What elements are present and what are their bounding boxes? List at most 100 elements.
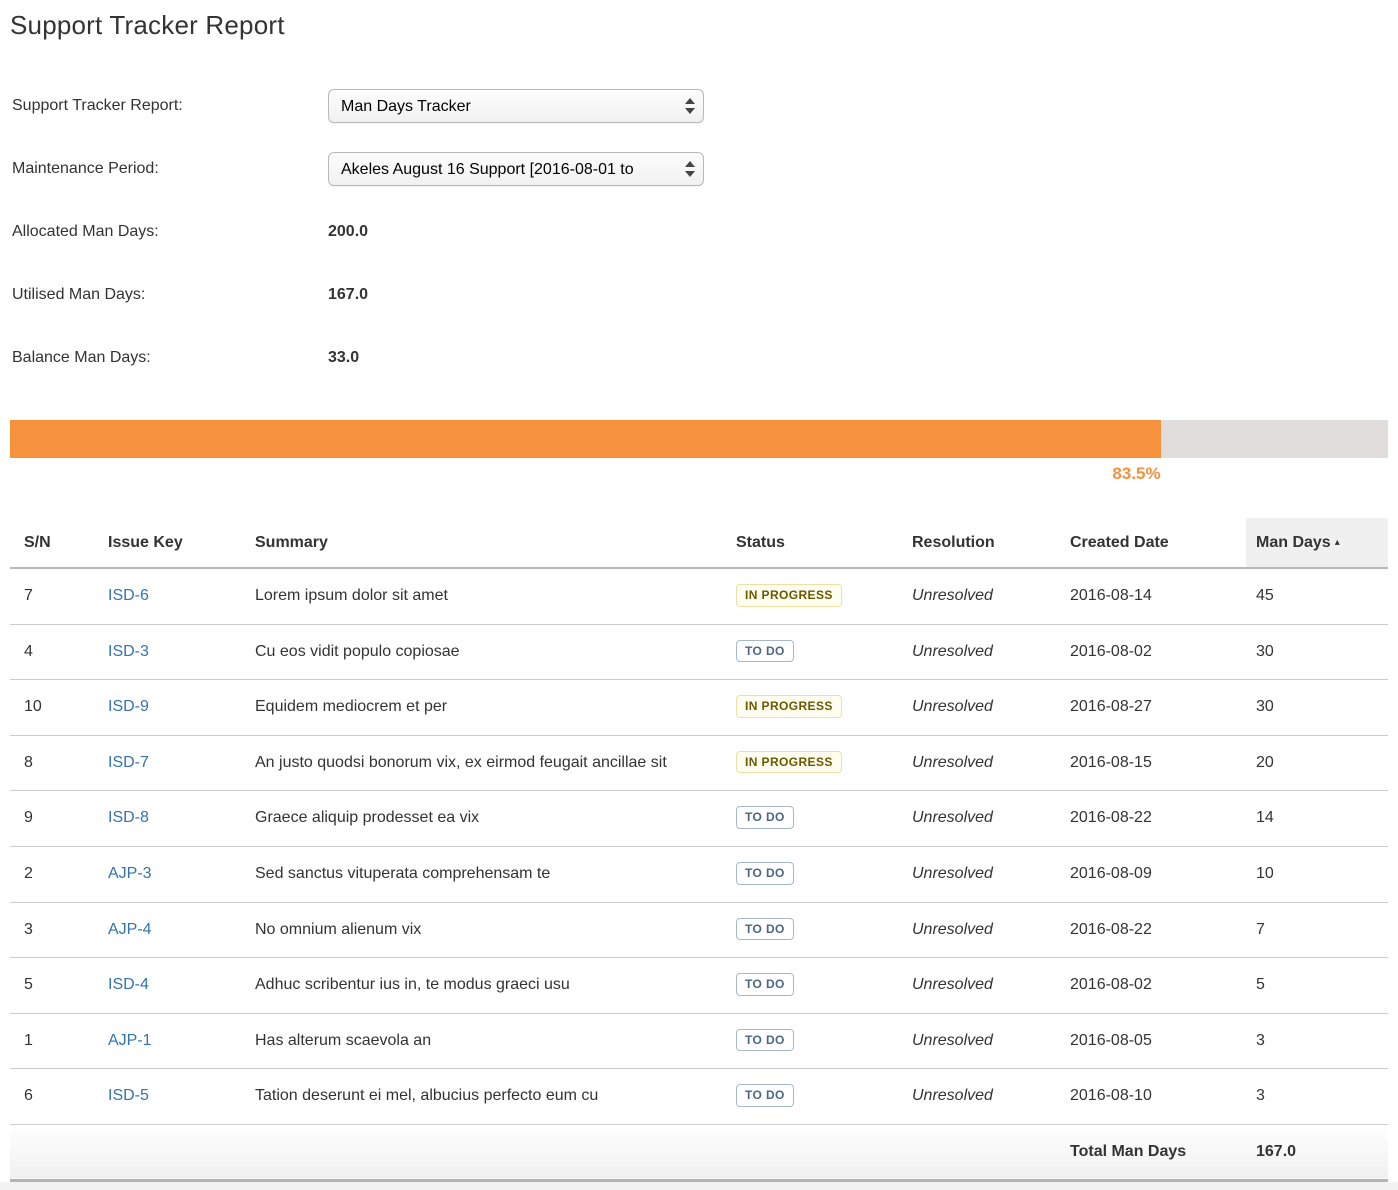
issue-key-link[interactable]: ISD-5 bbox=[108, 1087, 149, 1104]
report-type-select-wrap: Man Days Tracker bbox=[328, 89, 704, 123]
issue-key-link[interactable]: ISD-4 bbox=[108, 976, 149, 993]
cell-sn: 10 bbox=[10, 680, 98, 736]
table-row: 5 ISD-4 Adhuc scribentur ius in, te modu… bbox=[10, 958, 1388, 1014]
column-header-resolution[interactable]: Resolution bbox=[902, 518, 1060, 568]
issue-key-link[interactable]: ISD-9 bbox=[108, 698, 149, 715]
report-type-select[interactable]: Man Days Tracker bbox=[328, 89, 704, 123]
balance-man-days-row: Balance Man Days: 33.0 bbox=[10, 341, 1388, 375]
table-row: 8 ISD-7 An justo quodsi bonorum vix, ex … bbox=[10, 735, 1388, 791]
status-badge: TO DO bbox=[736, 640, 794, 663]
issue-key-link[interactable]: ISD-8 bbox=[108, 809, 149, 826]
table-row: 1 AJP-1 Has alterum scaevola an TO DO Un… bbox=[10, 1013, 1388, 1069]
cell-sn: 8 bbox=[10, 735, 98, 791]
total-man-days-value: 167.0 bbox=[1246, 1124, 1388, 1180]
cell-created-date: 2016-08-02 bbox=[1060, 624, 1246, 680]
cell-man-days: 3 bbox=[1246, 1069, 1388, 1125]
status-badge: IN PROGRESS bbox=[736, 751, 842, 774]
utilisation-percent-label: 83.5% bbox=[1112, 464, 1160, 483]
column-header-issue-key[interactable]: Issue Key bbox=[98, 518, 245, 568]
maintenance-period-select[interactable]: Akeles August 16 Support [2016-08-01 to bbox=[328, 152, 704, 186]
table-header-row: S/N Issue Key Summary Status Resolution … bbox=[10, 518, 1388, 568]
cell-created-date: 2016-08-22 bbox=[1060, 791, 1246, 847]
cell-resolution: Unresolved bbox=[902, 624, 1060, 680]
cell-resolution: Unresolved bbox=[902, 791, 1060, 847]
issue-key-link[interactable]: AJP-1 bbox=[108, 1032, 152, 1049]
cell-created-date: 2016-08-14 bbox=[1060, 568, 1246, 624]
table-row: 2 AJP-3 Sed sanctus vituperata comprehen… bbox=[10, 846, 1388, 902]
column-header-man-days[interactable]: Man Days▴ bbox=[1246, 518, 1388, 568]
cell-sn: 2 bbox=[10, 846, 98, 902]
cell-created-date: 2016-08-09 bbox=[1060, 846, 1246, 902]
utilisation-percent-row: 83.5% bbox=[10, 464, 1161, 484]
cell-man-days: 10 bbox=[1246, 846, 1388, 902]
cell-sn: 6 bbox=[10, 1069, 98, 1125]
cell-resolution: Unresolved bbox=[902, 735, 1060, 791]
status-badge: IN PROGRESS bbox=[736, 695, 842, 718]
cell-summary: An justo quodsi bonorum vix, ex eirmod f… bbox=[245, 735, 726, 791]
page-title: Support Tracker Report bbox=[10, 0, 1388, 41]
table-footer-row: Total Man Days 167.0 bbox=[10, 1124, 1388, 1180]
maintenance-period-row: Maintenance Period: Akeles August 16 Sup… bbox=[10, 152, 1388, 186]
cell-created-date: 2016-08-05 bbox=[1060, 1013, 1246, 1069]
cell-summary: Cu eos vidit populo copiosae bbox=[245, 624, 726, 680]
cell-resolution: Unresolved bbox=[902, 568, 1060, 624]
cell-man-days: 20 bbox=[1246, 735, 1388, 791]
report-type-row: Support Tracker Report: Man Days Tracker bbox=[10, 89, 1388, 123]
cell-summary: Graece aliquip prodesset ea vix bbox=[245, 791, 726, 847]
cell-sn: 5 bbox=[10, 958, 98, 1014]
utilised-man-days-label: Utilised Man Days: bbox=[10, 286, 328, 304]
cell-resolution: Unresolved bbox=[902, 902, 1060, 958]
issues-table: S/N Issue Key Summary Status Resolution … bbox=[10, 518, 1388, 1182]
utilisation-progress-bar bbox=[10, 420, 1388, 458]
cell-resolution: Unresolved bbox=[902, 1069, 1060, 1125]
status-badge: TO DO bbox=[736, 973, 794, 996]
cell-man-days: 3 bbox=[1246, 1013, 1388, 1069]
column-header-status[interactable]: Status bbox=[726, 518, 902, 568]
cell-man-days: 14 bbox=[1246, 791, 1388, 847]
status-badge: TO DO bbox=[736, 862, 794, 885]
cell-resolution: Unresolved bbox=[902, 958, 1060, 1014]
cell-resolution: Unresolved bbox=[902, 846, 1060, 902]
status-badge: TO DO bbox=[736, 1084, 794, 1107]
column-header-created-date[interactable]: Created Date bbox=[1060, 518, 1246, 568]
total-man-days-label: Total Man Days bbox=[1060, 1124, 1246, 1180]
cell-sn: 7 bbox=[10, 568, 98, 624]
cell-man-days: 5 bbox=[1246, 958, 1388, 1014]
cell-created-date: 2016-08-27 bbox=[1060, 680, 1246, 736]
issue-key-link[interactable]: AJP-3 bbox=[108, 865, 152, 882]
sort-ascending-icon: ▴ bbox=[1335, 537, 1340, 548]
cell-sn: 3 bbox=[10, 902, 98, 958]
issue-key-link[interactable]: ISD-6 bbox=[108, 587, 149, 604]
issue-key-link[interactable]: AJP-4 bbox=[108, 921, 152, 938]
allocated-man-days-value: 200.0 bbox=[328, 223, 368, 241]
issue-key-link[interactable]: ISD-7 bbox=[108, 754, 149, 771]
support-tracker-report-page: Support Tracker Report Support Tracker R… bbox=[0, 0, 1398, 1182]
cell-created-date: 2016-08-02 bbox=[1060, 958, 1246, 1014]
table-row: 4 ISD-3 Cu eos vidit populo copiosae TO … bbox=[10, 624, 1388, 680]
cell-resolution: Unresolved bbox=[902, 1013, 1060, 1069]
cell-summary: Sed sanctus vituperata comprehensam te bbox=[245, 846, 726, 902]
cell-sn: 1 bbox=[10, 1013, 98, 1069]
cell-created-date: 2016-08-10 bbox=[1060, 1069, 1246, 1125]
table-row: 3 AJP-4 No omnium alienum vix TO DO Unre… bbox=[10, 902, 1388, 958]
cell-created-date: 2016-08-15 bbox=[1060, 735, 1246, 791]
column-header-sn[interactable]: S/N bbox=[10, 518, 98, 568]
issue-key-link[interactable]: ISD-3 bbox=[108, 643, 149, 660]
cell-summary: Lorem ipsum dolor sit amet bbox=[245, 568, 726, 624]
status-badge: IN PROGRESS bbox=[736, 584, 842, 607]
cell-created-date: 2016-08-22 bbox=[1060, 902, 1246, 958]
utilised-man-days-row: Utilised Man Days: 167.0 bbox=[10, 278, 1388, 312]
column-header-summary[interactable]: Summary bbox=[245, 518, 726, 568]
table-row: 6 ISD-5 Tation deserunt ei mel, albucius… bbox=[10, 1069, 1388, 1125]
cell-sn: 4 bbox=[10, 624, 98, 680]
maintenance-period-select-wrap: Akeles August 16 Support [2016-08-01 to bbox=[328, 152, 704, 186]
utilised-man-days-value: 167.0 bbox=[328, 286, 368, 304]
allocated-man-days-label: Allocated Man Days: bbox=[10, 223, 328, 241]
cell-summary: Tation deserunt ei mel, albucius perfect… bbox=[245, 1069, 726, 1125]
table-row: 9 ISD-8 Graece aliquip prodesset ea vix … bbox=[10, 791, 1388, 847]
report-form: Support Tracker Report: Man Days Tracker… bbox=[10, 89, 1388, 375]
cell-summary: Equidem mediocrem et per bbox=[245, 680, 726, 736]
status-badge: TO DO bbox=[736, 1029, 794, 1052]
maintenance-period-label: Maintenance Period: bbox=[10, 160, 328, 178]
cell-sn: 9 bbox=[10, 791, 98, 847]
